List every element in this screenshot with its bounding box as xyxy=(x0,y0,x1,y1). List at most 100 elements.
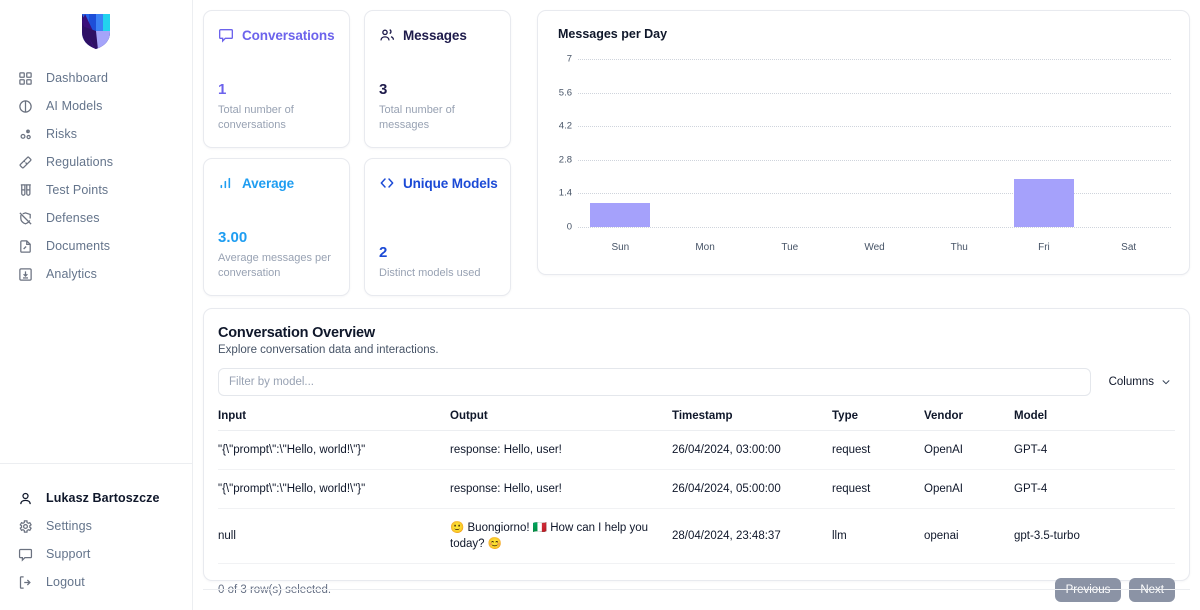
bar-chart-icon xyxy=(218,175,234,191)
card-body: 3.00 Average messages per conversation xyxy=(218,228,335,281)
user-icon xyxy=(18,491,33,506)
chart-gridline xyxy=(578,227,1171,228)
card-average[interactable]: Average 3.00 Average messages per conver… xyxy=(203,158,350,296)
stat-cards-row-1: Conversations 1 Total number of conversa… xyxy=(203,10,519,148)
chart-bar-slot xyxy=(832,59,917,227)
cell-type: request xyxy=(832,430,924,471)
rows-selected-status: 0 of 3 row(s) selected. xyxy=(218,584,332,597)
sidebar-item-user[interactable]: Lukasz Bartoszcze xyxy=(0,484,192,512)
chart-x-tick-label: Wed xyxy=(864,242,885,253)
column-header-type[interactable]: Type xyxy=(832,406,924,431)
chevron-down-icon xyxy=(1161,377,1171,387)
card-conversations[interactable]: Conversations 1 Total number of conversa… xyxy=(203,10,350,148)
sidebar-item-risks[interactable]: Risks xyxy=(0,120,192,148)
column-header-model[interactable]: Model xyxy=(1014,406,1175,431)
cell-vendor: OpenAI xyxy=(924,469,1014,510)
chart-y-tick-label: 7 xyxy=(566,53,572,65)
column-header-output[interactable]: Output xyxy=(450,406,672,431)
download-box-icon xyxy=(18,267,33,282)
chart-bar-slot xyxy=(917,59,1002,227)
card-messages[interactable]: Messages 3 Total number of messages xyxy=(364,10,511,148)
card-description: Distinct models used xyxy=(379,267,481,280)
card-unique-models[interactable]: Unique Models 2 Distinct models used xyxy=(364,158,511,296)
table-row[interactable]: "{\"prompt\":\"Hello, world!\"}" response… xyxy=(218,430,1175,471)
column-header-timestamp[interactable]: Timestamp xyxy=(672,406,832,431)
card-value: 3.00 xyxy=(218,228,248,246)
sidebar-item-settings[interactable]: Settings xyxy=(0,512,192,540)
logo-container[interactable] xyxy=(0,0,192,56)
main-content: Conversations 1 Total number of conversa… xyxy=(193,0,1200,610)
chart-x-tick-label: Thu xyxy=(950,242,968,253)
panel-subtitle: Explore conversation data and interactio… xyxy=(218,344,439,356)
sidebar-item-label: AI Models xyxy=(46,99,103,113)
cell-model: GPT-4 xyxy=(1014,430,1175,471)
card-body: 2 Distinct models used xyxy=(379,244,496,281)
sidebar-item-defenses[interactable]: Defenses xyxy=(0,204,192,232)
sidebar-item-test-points[interactable]: Test Points xyxy=(0,176,192,204)
cell-vendor: openai xyxy=(924,508,1014,565)
circle-half-icon xyxy=(18,99,33,114)
chart-x-tick-label: Mon xyxy=(695,242,715,253)
table-header-row: Input Output Timestamp Type Vendor Model xyxy=(218,406,1175,431)
stat-cards-row-2: Average 3.00 Average messages per conver… xyxy=(203,158,519,296)
next-button[interactable]: Next xyxy=(1129,578,1175,603)
chart-y-tick-label: 5.6 xyxy=(558,87,572,99)
chart-bar-slot xyxy=(578,59,663,227)
filter-row: Columns xyxy=(218,368,1175,396)
card-description: Average messages per conversation xyxy=(218,252,331,280)
table-row[interactable]: null 🙂 Buongiorno! 🇮🇹 How can I help you … xyxy=(218,508,1175,565)
logout-icon xyxy=(18,575,33,590)
cell-timestamp: 26/04/2024, 05:00:00 xyxy=(672,469,832,510)
stat-cards: Conversations 1 Total number of conversa… xyxy=(203,10,519,296)
sidebar-item-analytics[interactable]: Analytics xyxy=(0,260,192,288)
chart-plot-inner: 0 1.4 2.8 4.2 5.6 7 xyxy=(559,54,1171,233)
message-square-icon xyxy=(18,547,33,562)
sidebar-item-label: Test Points xyxy=(46,183,109,197)
cell-input: "{\"prompt\":\"Hello, world!\"}" xyxy=(218,469,450,510)
cell-model: gpt-3.5-turbo xyxy=(1014,508,1175,565)
message-square-icon xyxy=(218,27,234,43)
sidebar-item-label: Defenses xyxy=(46,211,100,225)
sidebar-item-regulations[interactable]: Regulations xyxy=(0,148,192,176)
column-header-vendor[interactable]: Vendor xyxy=(924,406,1014,431)
sidebar-item-label: Regulations xyxy=(46,155,114,169)
molecule-icon xyxy=(18,127,33,142)
conversation-overview-panel: Conversation Overview Explore conversati… xyxy=(203,308,1190,603)
chart-bars xyxy=(578,59,1171,227)
grid-icon xyxy=(18,71,33,86)
card-body: 3 Total number of messages xyxy=(379,81,496,133)
sidebar-item-label: Risks xyxy=(46,127,78,141)
cell-type: request xyxy=(832,469,924,510)
filter-by-model-input[interactable] xyxy=(218,368,1091,396)
sidebar-item-label: Analytics xyxy=(46,267,97,281)
sidebar-item-logout[interactable]: Logout xyxy=(0,568,192,596)
cell-timestamp: 28/04/2024, 23:48:37 xyxy=(672,508,832,565)
sidebar-item-support[interactable]: Support xyxy=(0,540,192,568)
sidebar-divider xyxy=(0,463,192,464)
sidebar-item-dashboard[interactable]: Dashboard xyxy=(0,64,192,92)
sidebar-nav: Dashboard AI Models Risks Regulations Te… xyxy=(0,64,192,288)
previous-button[interactable]: Previous xyxy=(1054,578,1122,603)
table-body: "{\"prompt\":\"Hello, world!\"}" response… xyxy=(218,430,1175,565)
table-row[interactable]: "{\"prompt\":\"Hello, world!\"}" response… xyxy=(218,469,1175,510)
vendia-shield-logo xyxy=(82,14,110,49)
chart-bar[interactable] xyxy=(1013,179,1074,227)
chart-bar-slot xyxy=(747,59,832,227)
gear-icon xyxy=(18,519,33,534)
card-description: Total number of conversations xyxy=(218,104,294,132)
sidebar-item-label: Documents xyxy=(46,239,111,253)
sidebar-item-label: Logout xyxy=(46,575,85,589)
columns-button-label: Columns xyxy=(1108,376,1154,388)
card-header: Conversations xyxy=(218,27,335,43)
sidebar-item-ai-models[interactable]: AI Models xyxy=(0,92,192,120)
sidebar-item-documents[interactable]: Documents xyxy=(0,232,192,260)
bottom-divider xyxy=(203,589,1190,590)
chart-bar[interactable] xyxy=(590,203,651,227)
chart-bar-slot xyxy=(1086,59,1171,227)
sidebar-item-label: Settings xyxy=(46,519,92,533)
columns-button[interactable]: Columns xyxy=(1103,368,1175,396)
cell-output: 🙂 Buongiorno! 🇮🇹 How can I help you toda… xyxy=(450,508,672,565)
ruler-icon xyxy=(18,155,33,170)
table-header: Input Output Timestamp Type Vendor Model xyxy=(218,406,1175,431)
column-header-input[interactable]: Input xyxy=(218,406,450,431)
